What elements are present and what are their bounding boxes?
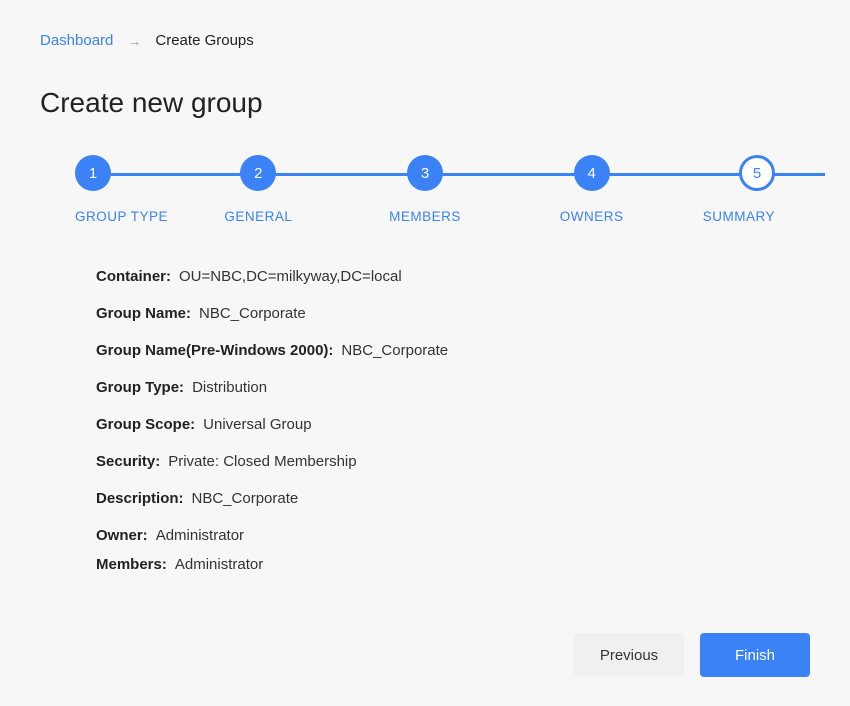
step-group-type[interactable]: 1 GROUP TYPE [75, 155, 175, 224]
summary-row-group-type: Group Type: Distribution [96, 377, 850, 398]
summary-label: Owner: [96, 525, 148, 546]
summary-value: Administrator [156, 525, 244, 546]
breadcrumb: Dashboard → Create Groups [0, 0, 850, 49]
summary-row-pre2000: Group Name(Pre-Windows 2000): NBC_Corpor… [96, 340, 850, 361]
summary-row-members: Members: Administrator [96, 554, 850, 575]
summary-value: OU=NBC,DC=milkyway,DC=local [179, 266, 402, 287]
step-label: OWNERS [560, 209, 624, 224]
summary-row-owner: Owner: Administrator [96, 525, 850, 546]
step-label: MEMBERS [389, 209, 461, 224]
breadcrumb-current: Create Groups [155, 32, 253, 49]
step-label: SUMMARY [703, 209, 775, 224]
step-label: GENERAL [224, 209, 292, 224]
step-owners[interactable]: 4 OWNERS [508, 155, 675, 224]
step-number: 3 [407, 155, 443, 191]
summary-value: Administrator [175, 554, 263, 575]
summary-label: Group Name(Pre-Windows 2000): [96, 340, 333, 361]
summary-value: NBC_Corporate [199, 303, 306, 324]
step-number: 2 [240, 155, 276, 191]
summary-label: Members: [96, 554, 167, 575]
summary-row-security: Security: Private: Closed Membership [96, 451, 850, 472]
step-number: 1 [75, 155, 111, 191]
step-summary[interactable]: 5 SUMMARY [675, 155, 775, 224]
summary-label: Container: [96, 266, 171, 287]
summary-label: Group Name: [96, 303, 191, 324]
summary-label: Group Type: [96, 377, 184, 398]
step-connector [425, 173, 592, 176]
summary-value: Universal Group [203, 414, 311, 435]
breadcrumb-dashboard-link[interactable]: Dashboard [40, 32, 113, 49]
summary-label: Security: [96, 451, 160, 472]
summary-list: Container: OU=NBC,DC=milkyway,DC=local G… [0, 224, 850, 575]
summary-row-description: Description: NBC_Corporate [96, 488, 850, 509]
step-number: 5 [739, 155, 775, 191]
summary-value: Private: Closed Membership [168, 451, 356, 472]
summary-row-group-name: Group Name: NBC_Corporate [96, 303, 850, 324]
summary-label: Description: [96, 488, 184, 509]
summary-row-container: Container: OU=NBC,DC=milkyway,DC=local [96, 266, 850, 287]
summary-row-group-scope: Group Scope: Universal Group [96, 414, 850, 435]
step-members[interactable]: 3 MEMBERS [342, 155, 509, 224]
wizard-footer: Previous Finish [0, 591, 850, 677]
step-connector [592, 173, 825, 176]
finish-button[interactable]: Finish [700, 633, 810, 677]
previous-button[interactable]: Previous [574, 633, 684, 677]
wizard-stepper: 1 GROUP TYPE 2 GENERAL 3 MEMBERS 4 OWNER… [0, 155, 850, 224]
page-title: Create new group [0, 49, 850, 155]
step-number: 4 [574, 155, 610, 191]
summary-label: Group Scope: [96, 414, 195, 435]
step-general[interactable]: 2 GENERAL [175, 155, 342, 224]
summary-value: Distribution [192, 377, 267, 398]
step-connector [258, 173, 425, 176]
arrow-right-icon: → [127, 33, 141, 49]
step-label: GROUP TYPE [75, 209, 168, 224]
summary-value: NBC_Corporate [192, 488, 299, 509]
summary-value: NBC_Corporate [341, 340, 448, 361]
